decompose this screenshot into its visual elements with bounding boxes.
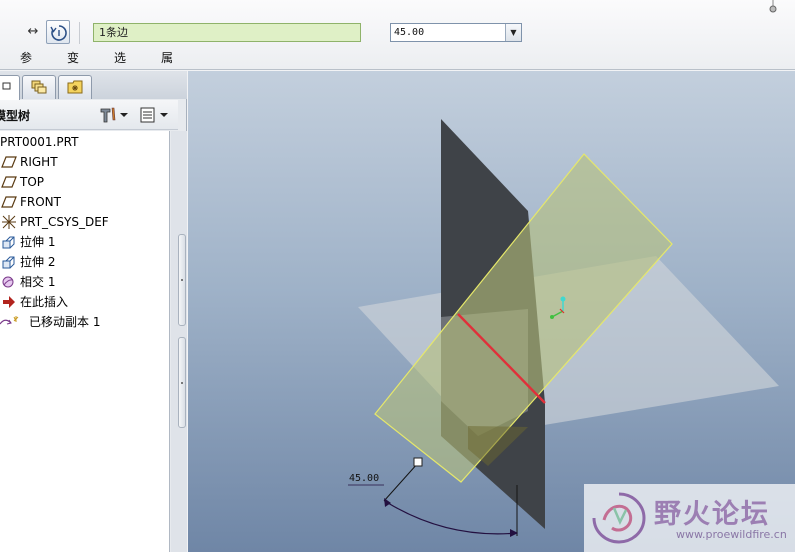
watermark-url: www.proewildfire.cn: [676, 528, 787, 541]
tree-item-front[interactable]: FRONT: [0, 192, 170, 212]
tools-icon: [100, 107, 128, 123]
tree-item-label: TOP: [20, 175, 45, 189]
folder-icon: [67, 80, 83, 94]
model-scene[interactable]: 45.00: [188, 71, 795, 552]
tree-item-right[interactable]: RIGHT: [0, 152, 170, 172]
layers-icon: [31, 80, 47, 94]
reference-collector-field[interactable]: 1条边: [93, 23, 361, 42]
tab-transform[interactable]: 变换: [67, 48, 79, 85]
navigator-panel: 模型树 PRT0001.PRT RIGHT TOP FRONT PRT_CSYS…: [0, 71, 187, 552]
pin-icon[interactable]: [766, 0, 780, 14]
show-menu-button[interactable]: [98, 105, 132, 125]
tree-item-insert-here[interactable]: 在此插入: [0, 292, 170, 312]
moved-copy-icon: [0, 316, 19, 325]
tree-item-top[interactable]: TOP: [0, 172, 170, 192]
settings-menu-button[interactable]: [138, 105, 172, 125]
rotate-button[interactable]: [46, 20, 70, 44]
extrude-icon: [2, 256, 15, 269]
tree-item-label: RIGHT: [20, 155, 58, 169]
watermark-logo-icon: [592, 492, 646, 544]
watermark: 野火论坛 www.proewildfire.cn: [584, 484, 795, 552]
navigator-sash-handle[interactable]: [178, 234, 186, 326]
tree-item-moved-copy-1[interactable]: 已移动副本 1: [0, 312, 170, 332]
list-settings-icon: [140, 107, 168, 123]
model-tree: PRT0001.PRT RIGHT TOP FRONT PRT_CSYS_DEF: [0, 131, 170, 552]
feature-dashboard: ↔ 1条边 ▼ 参照 变换 选项 属性: [0, 0, 795, 85]
datum-plane-icon: [1, 176, 17, 188]
tree-item-label: 在此插入: [20, 295, 69, 309]
tree-item-label: 已移动副本 1: [29, 315, 101, 329]
tree-item-label: FRONT: [20, 195, 61, 209]
extrude-icon: [2, 236, 15, 249]
datum-plane-icon: [1, 196, 17, 208]
coordinate-system-icon: [2, 215, 16, 229]
angle-input[interactable]: [391, 24, 505, 41]
model-tree-header: 模型树: [0, 100, 178, 130]
tab-properties[interactable]: 属性: [161, 48, 173, 85]
tree-item-label: 拉伸 1: [20, 235, 56, 249]
chevron-down-icon[interactable]: ▼: [505, 24, 521, 41]
tree-item-extrude-2[interactable]: 拉伸 2: [0, 252, 170, 272]
tab-references[interactable]: 参照: [20, 48, 32, 85]
toolbar-separator: [79, 22, 80, 44]
tab-options[interactable]: 选项: [114, 48, 126, 85]
angle-combobox[interactable]: ▼: [390, 23, 522, 42]
double-arrow-icon[interactable]: ↔: [24, 24, 42, 40]
tree-root-label: PRT0001.PRT: [0, 135, 79, 149]
model-tree-title: 模型树: [0, 109, 31, 123]
datum-plane-icon: [1, 156, 17, 168]
tree-item-label: PRT_CSYS_DEF: [20, 215, 109, 229]
insert-here-arrow-icon: [3, 296, 15, 308]
navigator-tabs: [0, 71, 187, 100]
intersect-icon: [2, 276, 14, 288]
tree-root[interactable]: PRT0001.PRT: [0, 132, 170, 152]
tree-item-intersect-1[interactable]: 相交 1: [0, 272, 170, 292]
watermark-brand: 野火论坛: [654, 499, 770, 530]
tree-item-csys[interactable]: PRT_CSYS_DEF: [0, 212, 170, 232]
graphics-window[interactable]: 45.00 野火论坛 www.proewildfire.cn: [188, 71, 795, 552]
navigator-sash-handle[interactable]: [178, 337, 186, 428]
tree-item-extrude-1[interactable]: 拉伸 1: [0, 232, 170, 252]
tree-item-label: 相交 1: [20, 275, 56, 289]
drag-handle[interactable]: [413, 457, 423, 467]
rotate-icon: [50, 25, 67, 41]
model-tree-icon: [2, 82, 11, 90]
tree-item-label: 拉伸 2: [20, 255, 56, 269]
dimension-label[interactable]: 45.00: [349, 473, 379, 484]
layers-tab[interactable]: [22, 75, 56, 99]
model-tree-tab[interactable]: [0, 75, 20, 100]
folder-browser-tab[interactable]: [58, 75, 92, 99]
